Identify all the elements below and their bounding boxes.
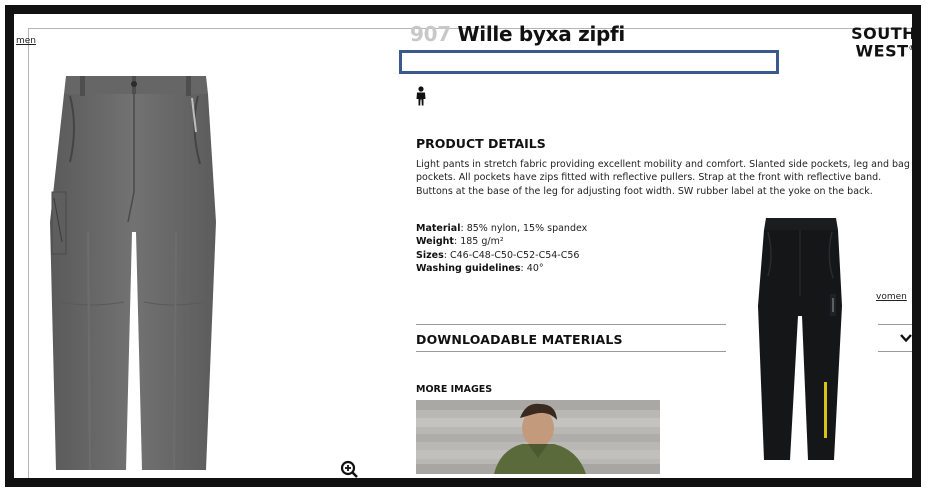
main-product-image[interactable] <box>48 72 218 472</box>
downloads-divider-top <box>416 324 726 325</box>
downloadable-materials-toggle[interactable]: DOWNLOADABLE MATERIALS <box>416 332 623 347</box>
brand-logo-line1: SOUTH <box>851 24 916 43</box>
chevron-down-icon[interactable] <box>900 333 912 343</box>
more-images-heading: MORE IMAGES <box>416 384 493 395</box>
product-specs: Material: 85% nylon, 15% spandex Weight:… <box>416 222 587 275</box>
gender-link-women[interactable]: vomen <box>876 292 907 302</box>
spec-sizes: Sizes: C46-C48-C50-C52-C54-C56 <box>416 249 580 261</box>
spec-weight: Weight: 185 g/m² <box>416 236 504 248</box>
black-pants-image[interactable] <box>758 216 842 462</box>
more-images-thumbnail[interactable] <box>416 400 660 474</box>
downloads-divider-top-right <box>878 324 912 325</box>
highlight-annotation-box <box>399 50 779 74</box>
downloads-divider-bottom-right <box>878 351 912 352</box>
gender-link-men[interactable]: men <box>16 36 36 46</box>
downloads-divider-bottom <box>416 351 726 352</box>
screenshot-frame: men 907 Wille byxa zipfi SOUTH WEST® PRO… <box>5 5 921 487</box>
product-number: 907 <box>410 22 451 46</box>
product-name: Wille byxa zipfi <box>457 22 626 46</box>
product-title: 907 Wille byxa zipfi <box>410 22 625 46</box>
brand-logo-line2: WEST® <box>855 41 916 61</box>
spec-washing: Washing guidelines: 40° <box>416 262 544 274</box>
product-details-heading: PRODUCT DETAILS <box>416 136 546 151</box>
brand-logo[interactable]: SOUTH WEST® <box>814 24 916 61</box>
person-icon <box>416 86 426 106</box>
zoom-in-icon[interactable] <box>340 460 358 478</box>
spec-material: Material: 85% nylon, 15% spandex <box>416 223 588 234</box>
product-description: Light pants in stretch fabric providing … <box>416 159 910 197</box>
